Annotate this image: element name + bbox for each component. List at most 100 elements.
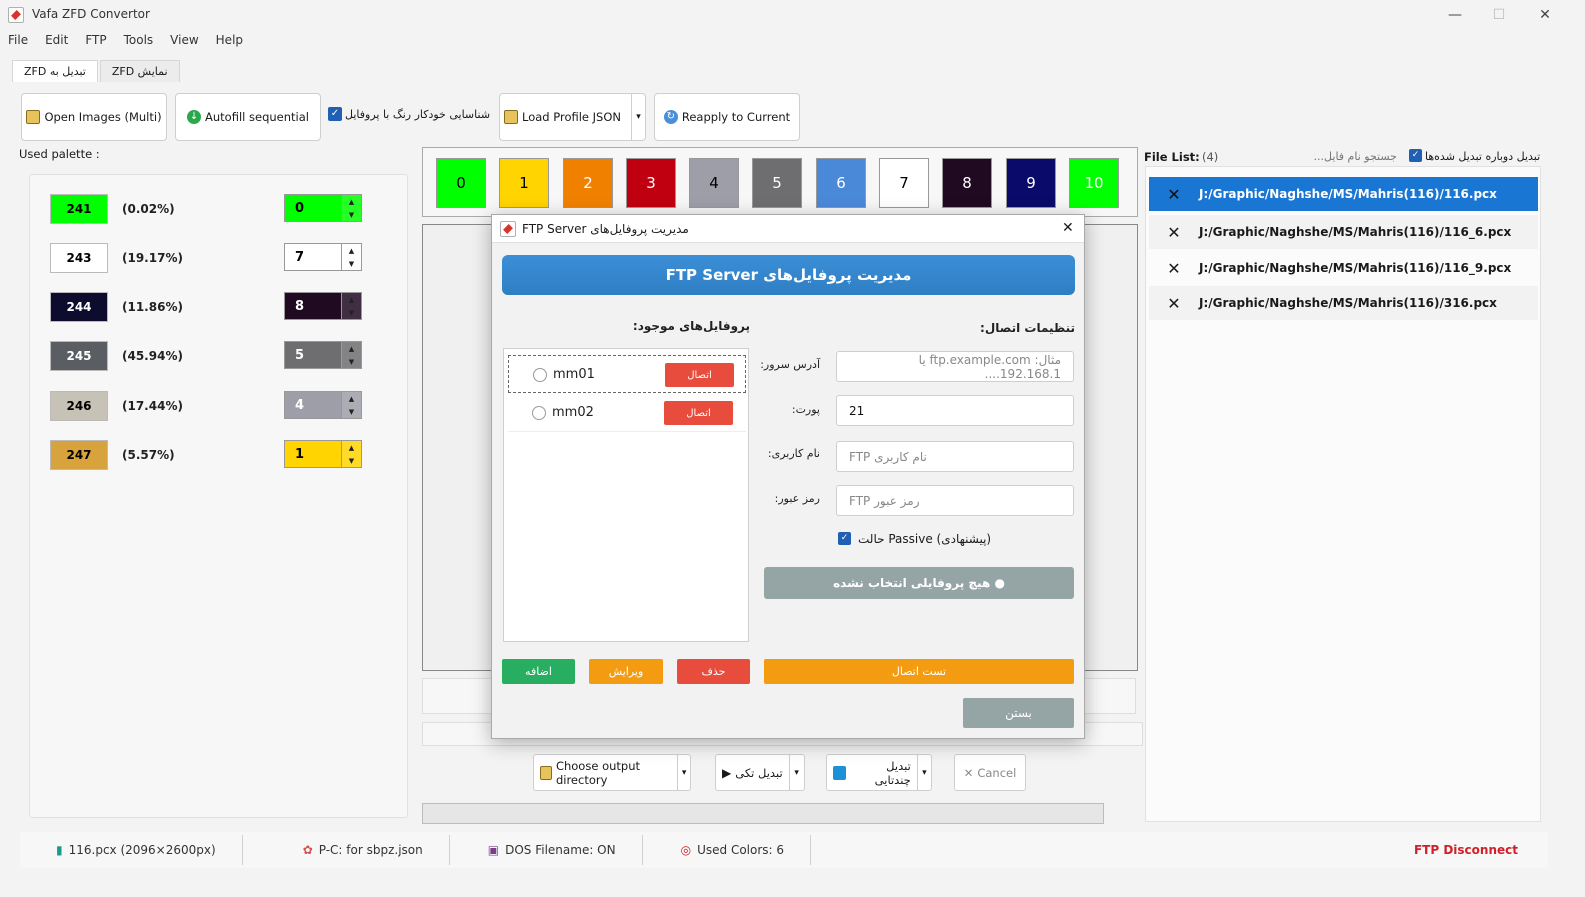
choose-output-button[interactable]: Choose output directory ▾ bbox=[533, 754, 691, 791]
minimize-button[interactable]: — bbox=[1432, 2, 1478, 28]
spinner-arrows[interactable]: ▲ ▼ bbox=[341, 195, 361, 221]
spinner-value: 8 bbox=[295, 298, 305, 314]
load-profile-button[interactable]: Load Profile JSON ▾ bbox=[499, 93, 646, 141]
remove-file-icon[interactable]: ✕ bbox=[1149, 223, 1199, 242]
connect-button[interactable]: اتصال bbox=[665, 363, 734, 387]
file-path: J:/Graphic/Naghshe/MS/Mahris(116)/316.pc… bbox=[1199, 296, 1497, 310]
remove-file-icon[interactable]: ✕ bbox=[1149, 294, 1199, 313]
file-row[interactable]: ✕ J:/Graphic/Naghshe/MS/Mahris(116)/316.p… bbox=[1149, 286, 1538, 320]
target-icon: ◎ bbox=[680, 843, 692, 857]
spinner-arrows[interactable]: ▲ ▼ bbox=[341, 342, 361, 368]
color-swatch[interactable]: 5 bbox=[752, 158, 802, 208]
file-row-selected[interactable]: ✕ J:/Graphic/Naghshe/MS/Mahris(116)/116.p… bbox=[1149, 177, 1538, 211]
remove-file-icon[interactable]: ✕ bbox=[1149, 185, 1199, 204]
color-swatch[interactable]: 2 bbox=[563, 158, 613, 208]
tab-convert-to-zfd[interactable]: تبدیل به ZFD bbox=[12, 60, 98, 82]
palette-value-spinner[interactable]: 8 ▲ ▼ bbox=[284, 292, 362, 320]
palette-percent: (17.44%) bbox=[122, 399, 183, 413]
cancel-x-icon: ✕ bbox=[963, 765, 974, 780]
folder-icon bbox=[504, 110, 518, 124]
maximize-button[interactable]: ☐ bbox=[1476, 2, 1522, 28]
reconvert-label: تبدیل دوباره تبدیل شده‌ها bbox=[1425, 150, 1541, 163]
file-list-panel: ✕ J:/Graphic/Naghshe/MS/Mahris(116)/116.p… bbox=[1145, 166, 1541, 822]
passive-checkbox[interactable]: ✓ bbox=[838, 532, 851, 545]
palette-panel: 241 (0.02%) 0 ▲ ▼ 243 (19.17%) 7 ▲ ▼ 244 (11… bbox=[29, 174, 408, 818]
used-palette-label: Used palette : bbox=[19, 147, 100, 161]
spinner-value: 7 bbox=[295, 249, 305, 265]
palette-row: 241 (0.02%) 0 ▲ ▼ bbox=[50, 194, 370, 224]
color-swatch[interactable]: 1 bbox=[499, 158, 549, 208]
passive-label: حالت Passive (پیشنهادی) bbox=[858, 532, 992, 546]
palette-value-spinner[interactable]: 4 ▲ ▼ bbox=[284, 391, 362, 419]
port-input[interactable]: 21 bbox=[836, 395, 1074, 426]
close-dialog-button[interactable]: بستن bbox=[963, 698, 1074, 728]
color-swatch[interactable]: 3 bbox=[626, 158, 676, 208]
status-colors-text: Used Colors: 6 bbox=[697, 843, 785, 857]
close-window-button[interactable]: ✕ bbox=[1522, 2, 1568, 28]
status-bar: ▮ 116.pcx (2096×2600px) ✿ P-C: for sbpz.js… bbox=[20, 832, 1548, 868]
spinner-arrows[interactable]: ▲ ▼ bbox=[341, 293, 361, 319]
palette-index-swatch: 247 bbox=[50, 440, 108, 470]
tab-view-zfd[interactable]: نمایش ZFD bbox=[99, 60, 180, 82]
profile-radio[interactable] bbox=[533, 368, 547, 382]
remove-file-icon[interactable]: ✕ bbox=[1149, 259, 1199, 278]
file-row[interactable]: ✕ J:/Graphic/Naghshe/MS/Mahris(116)/116_6… bbox=[1149, 215, 1538, 249]
status-file-text: 116.pcx (2096×2600px) bbox=[68, 843, 216, 857]
color-swatch[interactable]: 7 bbox=[879, 158, 929, 208]
chevron-down-icon[interactable]: ▾ bbox=[918, 768, 931, 778]
autofill-button[interactable]: ↓ Autofill sequential bbox=[175, 93, 321, 141]
color-swatch[interactable]: 4 bbox=[689, 158, 739, 208]
menu-help[interactable]: Help bbox=[216, 30, 252, 52]
status-colors: ◎ Used Colors: 6 bbox=[643, 835, 812, 865]
connect-button[interactable]: اتصال bbox=[664, 401, 733, 425]
auto-detect-checkbox[interactable]: ✓ bbox=[328, 107, 342, 121]
server-input[interactable]: مثال: ftp.example.com یا 192.168.1.... bbox=[836, 351, 1074, 382]
menu-view[interactable]: View bbox=[170, 30, 207, 52]
spinner-value: 1 bbox=[295, 446, 305, 462]
chevron-down-icon[interactable]: ▾ bbox=[790, 768, 804, 778]
menu-tools[interactable]: Tools bbox=[124, 30, 163, 52]
delete-profile-button[interactable]: حذف bbox=[677, 659, 750, 684]
palette-value-spinner[interactable]: 0 ▲ ▼ bbox=[284, 194, 362, 222]
spinner-value: 5 bbox=[295, 347, 305, 363]
add-profile-button[interactable]: اضافه bbox=[502, 659, 575, 684]
file-row[interactable]: ✕ J:/Graphic/Naghshe/MS/Mahris(116)/116_9… bbox=[1149, 251, 1538, 285]
batch-convert-button[interactable]: تبدیل چندتایی ▾ bbox=[826, 754, 932, 791]
color-swatch[interactable]: 10 bbox=[1069, 158, 1119, 208]
server-label: آدرس سرور: bbox=[760, 358, 820, 371]
chevron-down-icon[interactable]: ▾ bbox=[678, 768, 690, 778]
palette-value-spinner[interactable]: 7 ▲ ▼ bbox=[284, 243, 362, 271]
color-swatch-strip: 0 1 2 3 4 5 6 7 8 9 10 bbox=[422, 147, 1138, 217]
dialog-close-button[interactable]: ✕ bbox=[1062, 220, 1074, 236]
profiles-title: پروفایل‌های موجود: bbox=[632, 319, 750, 333]
file-search-input[interactable] bbox=[1225, 147, 1401, 167]
password-input[interactable]: رمز عبور FTP bbox=[836, 485, 1074, 516]
single-convert-button[interactable]: ▶ تبدیل تکی ▾ bbox=[715, 754, 805, 791]
reconvert-checkbox[interactable]: ✓ bbox=[1409, 149, 1422, 162]
edit-profile-button[interactable]: ویرایش bbox=[589, 659, 663, 684]
color-swatch[interactable]: 0 bbox=[436, 158, 486, 208]
spinner-arrows[interactable]: ▲ ▼ bbox=[341, 441, 361, 467]
username-input[interactable]: نام کاربری FTP bbox=[836, 441, 1074, 472]
palette-value-spinner[interactable]: 1 ▲ ▼ bbox=[284, 440, 362, 468]
palette-value-spinner[interactable]: 5 ▲ ▼ bbox=[284, 341, 362, 369]
menu-file[interactable]: File bbox=[8, 30, 37, 52]
load-profile-label: Load Profile JSON bbox=[522, 110, 622, 124]
color-swatch[interactable]: 9 bbox=[1006, 158, 1056, 208]
profile-radio[interactable] bbox=[532, 406, 546, 420]
menu-ftp[interactable]: FTP bbox=[85, 30, 115, 52]
color-swatch[interactable]: 8 bbox=[942, 158, 992, 208]
spinner-arrows[interactable]: ▲ ▼ bbox=[341, 244, 361, 270]
load-profile-dropdown[interactable]: ▾ bbox=[631, 94, 645, 140]
test-connection-button[interactable]: تست اتصال bbox=[764, 659, 1074, 684]
batch-convert-label: تبدیل چندتایی bbox=[874, 758, 911, 787]
profile-row[interactable]: mm02 اتصال bbox=[508, 394, 746, 432]
spinner-arrows[interactable]: ▲ ▼ bbox=[341, 392, 361, 418]
cancel-button[interactable]: ✕ Cancel bbox=[954, 754, 1026, 791]
profile-row[interactable]: mm01 اتصال bbox=[508, 355, 746, 393]
ftp-status[interactable]: FTP Disconnect bbox=[1414, 843, 1518, 857]
menu-edit[interactable]: Edit bbox=[45, 30, 77, 52]
color-swatch[interactable]: 6 bbox=[816, 158, 866, 208]
reapply-button[interactable]: ↻ Reapply to Current bbox=[654, 93, 800, 141]
open-images-button[interactable]: Open Images (Multi) bbox=[21, 93, 167, 141]
